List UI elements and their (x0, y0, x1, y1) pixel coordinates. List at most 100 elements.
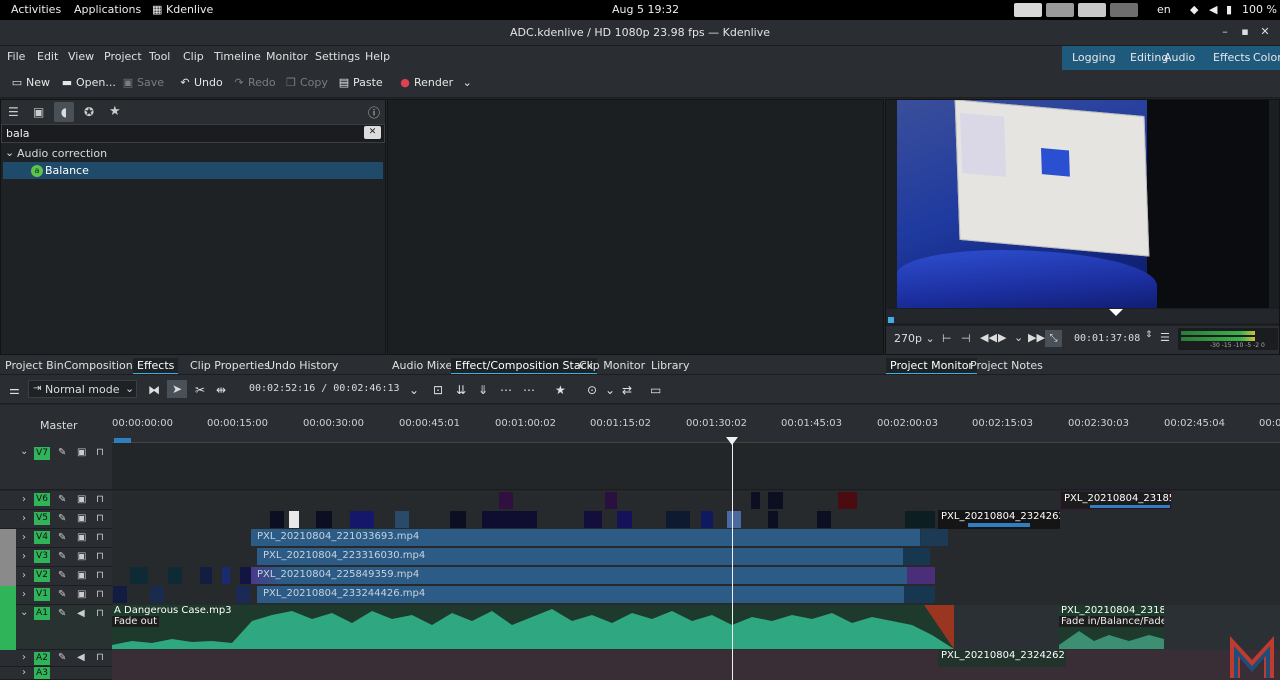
list-icon[interactable]: ☰ (8, 105, 19, 119)
zoom-fit-icon[interactable]: ⤡ (1045, 330, 1062, 347)
mute-icon[interactable]: ◀ (77, 608, 85, 619)
menu-edit[interactable]: Edit (37, 50, 58, 63)
track-header-a2[interactable]: › A2 ✎ ◀ ⊓ (0, 650, 112, 667)
track-lane-v7[interactable] (112, 443, 1280, 490)
lock-icon[interactable]: ⊓ (96, 513, 104, 524)
playhead-marker[interactable] (726, 437, 738, 445)
track-label[interactable]: A2 (34, 652, 50, 665)
chevron-down-icon[interactable]: ⌄ (409, 383, 419, 397)
play-options-icon[interactable]: ⌄ (1014, 331, 1023, 344)
lock-icon[interactable]: ⊓ (96, 589, 104, 600)
activities-button[interactable]: Activities (11, 3, 61, 16)
forward-icon[interactable]: ▶▶ (1028, 331, 1045, 344)
clip-thumbnail[interactable] (482, 511, 537, 528)
lock-icon[interactable]: ⊓ (96, 551, 104, 562)
effects-toggle-icon[interactable]: ✎ (58, 513, 66, 524)
menu-settings[interactable]: Settings (315, 50, 360, 63)
edit-mode-select[interactable]: ⇥ Normal mode ⌄ (28, 380, 137, 398)
clip-thumbnail[interactable] (130, 567, 148, 584)
timeline-position[interactable]: 00:02:52:16 / 00:02:46:13 (249, 383, 400, 394)
track-label[interactable]: V1 (34, 588, 50, 601)
track-label[interactable]: V5 (34, 512, 50, 525)
effects-search-field[interactable]: bala ✕ (1, 124, 385, 143)
menu-monitor[interactable]: Monitor (266, 50, 308, 63)
clip-thumbnail[interactable] (316, 511, 332, 528)
expand-icon[interactable]: › (22, 551, 26, 562)
track-target-indicator[interactable] (0, 529, 16, 548)
tab-clip-monitor[interactable]: Clip Monitor (575, 358, 649, 373)
hide-track-icon[interactable]: ▣ (77, 551, 86, 562)
tab-effects[interactable]: Effects (133, 358, 179, 375)
effects-toggle-icon[interactable]: ✎ (58, 589, 66, 600)
clip-v3[interactable]: PXL_20210804_223316030.mp4 (257, 548, 905, 565)
mixer-icon[interactable]: ⇄ (622, 383, 632, 397)
clip-thumbnail[interactable] (222, 567, 230, 584)
play-icon[interactable]: ▶ (998, 331, 1006, 344)
minimize-icon[interactable]: – (1218, 25, 1232, 39)
clip-thumbnail[interactable] (150, 586, 164, 603)
track-target-indicator[interactable] (0, 548, 16, 567)
monitor-timecode[interactable]: 00:01:37:08 (1074, 333, 1140, 344)
tab-audio-mixer[interactable]: Audio Mixer (388, 358, 461, 373)
hide-track-icon[interactable]: ▣ (77, 570, 86, 581)
timecode-spin-icon[interactable]: ⇕ (1145, 330, 1153, 340)
clip-thumbnail[interactable] (605, 492, 617, 509)
hide-track-icon[interactable]: ▣ (77, 589, 86, 600)
tab-undo-history[interactable]: Undo History (263, 358, 342, 373)
chevron-down-icon[interactable]: ⌄ (605, 383, 615, 397)
hide-track-icon[interactable]: ▣ (77, 513, 86, 524)
effects-toggle-icon[interactable]: ✎ (58, 652, 66, 663)
track-label[interactable]: V2 (34, 569, 50, 582)
menu-file[interactable]: File (7, 50, 25, 63)
track-header-a1[interactable]: ⌄ A1 ✎ ◀ ⊓ (0, 605, 112, 650)
menu-timeline[interactable]: Timeline (214, 50, 261, 63)
lock-icon[interactable]: ⊓ (96, 532, 104, 543)
track-lane-v5[interactable] (112, 510, 1280, 529)
track-header-v7[interactable]: ⌄ V7 ✎ ▣ ⊓ (0, 443, 112, 490)
clip-thumbnail[interactable] (584, 511, 602, 528)
clip-thumbnail[interactable] (666, 511, 690, 528)
set-in-point-icon[interactable]: ⊢ (942, 332, 952, 345)
render-button[interactable]: ● Render ⌄ (399, 76, 472, 89)
clip-v4-tail[interactable] (921, 529, 948, 546)
effect-category-row[interactable]: ⌄ Audio correction (3, 145, 383, 162)
track-header-v4[interactable]: › V4 ✎ ▣ ⊓ (0, 529, 112, 548)
clip-a2[interactable]: PXL_20210804_2324262 (938, 650, 1066, 667)
clip-thumbnail[interactable] (499, 492, 513, 509)
effects-search-input[interactable]: bala (6, 127, 30, 140)
clip-thumbnail[interactable] (701, 511, 713, 528)
insert-icon[interactable]: ⇊ (456, 383, 466, 397)
language-indicator[interactable]: en (1157, 3, 1171, 16)
applications-menu[interactable]: Applications (74, 3, 141, 16)
master-header[interactable]: Master (0, 405, 112, 443)
clear-search-icon[interactable]: ✕ (364, 126, 381, 139)
clip-v2[interactable]: PXL_20210804_225849359.mp4 (251, 567, 908, 584)
lift-icon[interactable]: ⋯ (523, 383, 535, 397)
tab-project-bin[interactable]: Project Bin (1, 358, 68, 373)
tab-library[interactable]: Library (647, 358, 693, 373)
mute-icon[interactable]: ◀ (77, 652, 85, 663)
fade-out-marker[interactable] (924, 605, 954, 649)
battery-icon[interactable]: ▮ (1226, 3, 1232, 16)
track-label[interactable]: V4 (34, 531, 50, 544)
workspace-3[interactable] (1078, 3, 1106, 17)
clip-a1[interactable]: A Dangerous Case.mp3 Fade out (112, 605, 954, 649)
workspace-color[interactable]: Color (1248, 47, 1280, 69)
track-label[interactable]: V6 (34, 493, 50, 506)
workspace-4[interactable] (1110, 3, 1138, 17)
clip-v3-tail[interactable] (903, 548, 930, 565)
effects-toggle-icon[interactable]: ✎ (58, 532, 66, 543)
clip-thumbnail[interactable] (727, 511, 741, 528)
clip-v4[interactable]: PXL_20210804_221033693.mp4 (251, 529, 921, 546)
paste-button[interactable]: ▤ Paste (338, 76, 383, 89)
expand-icon[interactable]: › (22, 589, 26, 600)
workspace-1[interactable] (1014, 3, 1042, 17)
expand-icon[interactable]: › (22, 494, 26, 505)
menu-help[interactable]: Help (365, 50, 390, 63)
workspace-audio[interactable]: Audio (1159, 47, 1200, 69)
clip-thumbnail[interactable] (168, 567, 182, 584)
hide-track-icon[interactable]: ▣ (77, 532, 86, 543)
expand-icon[interactable]: › (22, 667, 26, 678)
new-button[interactable]: ▭ New (11, 76, 50, 89)
tab-project-monitor[interactable]: Project Monitor (886, 358, 977, 375)
